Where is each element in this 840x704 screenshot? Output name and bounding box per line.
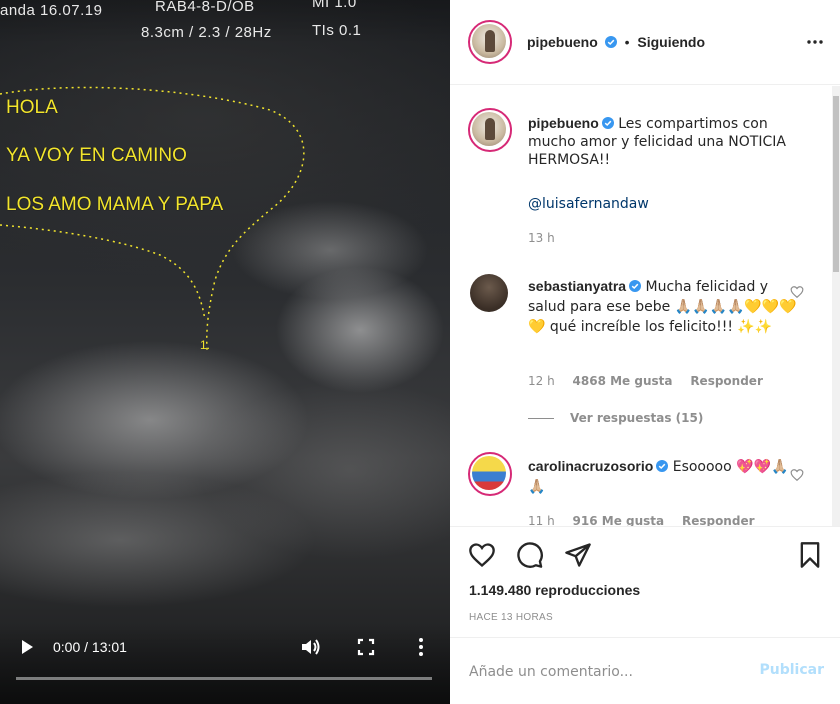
comment-username[interactable]: carolinacruzosorio	[528, 458, 653, 474]
publish-button[interactable]: Publicar	[760, 662, 825, 678]
scanner-date: anda 16.07.19	[0, 2, 103, 19]
save-icon[interactable]	[796, 541, 824, 569]
comment-avatar[interactable]	[468, 452, 512, 496]
comment-reply-button[interactable]: Responder	[690, 374, 763, 388]
scanner-depth: 8.3cm / 2.3 / 28Hz	[141, 24, 272, 41]
verified-badge-icon	[656, 460, 669, 472]
comment-avatar[interactable]	[470, 274, 508, 312]
verified-badge-icon	[604, 36, 617, 48]
caption-mention[interactable]: @luisafernandaw	[528, 196, 649, 212]
video-progress-bar[interactable]	[16, 677, 432, 680]
comment-likes[interactable]: 4868 Me gusta	[573, 374, 673, 388]
following-button[interactable]: Siguiendo	[637, 34, 705, 50]
comments-list[interactable]: pipebueno Les compartimos con mucho amor…	[450, 86, 832, 526]
comment-time: 11 h	[528, 514, 555, 526]
scanner-mi: MI 1.0	[312, 0, 357, 11]
view-replies-label: Ver respuestas (15)	[570, 411, 704, 425]
play-icon[interactable]	[18, 638, 36, 656]
comment-reply-button[interactable]: Responder	[682, 514, 755, 526]
fullscreen-icon[interactable]	[357, 638, 375, 656]
post-header: pipebueno • Siguiendo	[450, 0, 840, 85]
more-icon[interactable]	[806, 33, 824, 51]
views-count[interactable]: 1.149.480 reproducciones	[469, 582, 640, 598]
header-separator: •	[624, 34, 630, 50]
posted-time: HACE 13 HORAS	[469, 612, 553, 623]
verified-badge-icon	[601, 117, 614, 129]
caption-username[interactable]: pipebueno	[528, 115, 599, 131]
caption: pipebueno Les compartimos con mucho amor…	[528, 114, 818, 169]
video-player[interactable]: anda 16.07.19 RAB4-8-D/OB MI 1.0 8.3cm /…	[0, 0, 450, 704]
add-comment-bar: Publicar	[450, 637, 840, 704]
scanner-tis: TIs 0.1	[312, 22, 362, 39]
comment-icon[interactable]	[516, 541, 544, 569]
scrollbar-thumb[interactable]	[833, 96, 839, 272]
post-panel: pipebueno • Siguiendo pipebueno Les comp…	[450, 0, 840, 704]
overlay-line-1: HOLA	[6, 97, 58, 118]
overlay-line-3: LOS AMO MAMA Y PAPA	[6, 194, 224, 215]
comment-item: sebastianyatra Mucha felicidad y salud p…	[528, 276, 798, 337]
video-time: 0:00 / 13:01	[53, 639, 127, 655]
volume-icon[interactable]	[299, 636, 321, 658]
overlay-line-2: YA VOY EN CAMINO	[6, 145, 187, 166]
comment-username[interactable]: sebastianyatra	[528, 278, 626, 294]
header-user: pipebueno • Siguiendo	[527, 34, 705, 50]
avatar[interactable]	[468, 20, 512, 64]
comment-item: carolinacruzosorio Esooooo 💖💖🙏🏼🙏🏼	[528, 456, 798, 497]
scanner-probe: RAB4-8-D/OB	[155, 0, 255, 15]
comment-time: 12 h	[528, 374, 555, 388]
comment-input[interactable]	[469, 660, 749, 684]
comment-like-icon[interactable]	[790, 468, 804, 482]
share-icon[interactable]	[564, 541, 592, 569]
actions-bar: 1.149.480 reproducciones HACE 13 HORAS	[450, 526, 840, 636]
video-controls	[0, 624, 450, 704]
comment-like-icon[interactable]	[790, 285, 804, 299]
header-username[interactable]: pipebueno	[527, 34, 598, 50]
verified-badge-icon	[629, 280, 642, 292]
view-replies-button[interactable]: Ver respuestas (15)	[528, 411, 703, 425]
caption-avatar[interactable]	[468, 108, 512, 152]
comment-likes[interactable]: 916 Me gusta	[573, 514, 665, 526]
measure-cursor-icon: 1.	[200, 338, 211, 352]
comment-meta: 12 h 4868 Me gusta Responder	[528, 374, 777, 388]
dotted-outline	[0, 86, 305, 351]
comment-meta: 11 h 916 Me gusta Responder	[528, 514, 769, 526]
more-options-icon[interactable]	[414, 636, 428, 658]
caption-time: 13 h	[528, 231, 555, 245]
like-icon[interactable]	[468, 541, 496, 569]
comments-scrollbar[interactable]	[832, 86, 840, 526]
